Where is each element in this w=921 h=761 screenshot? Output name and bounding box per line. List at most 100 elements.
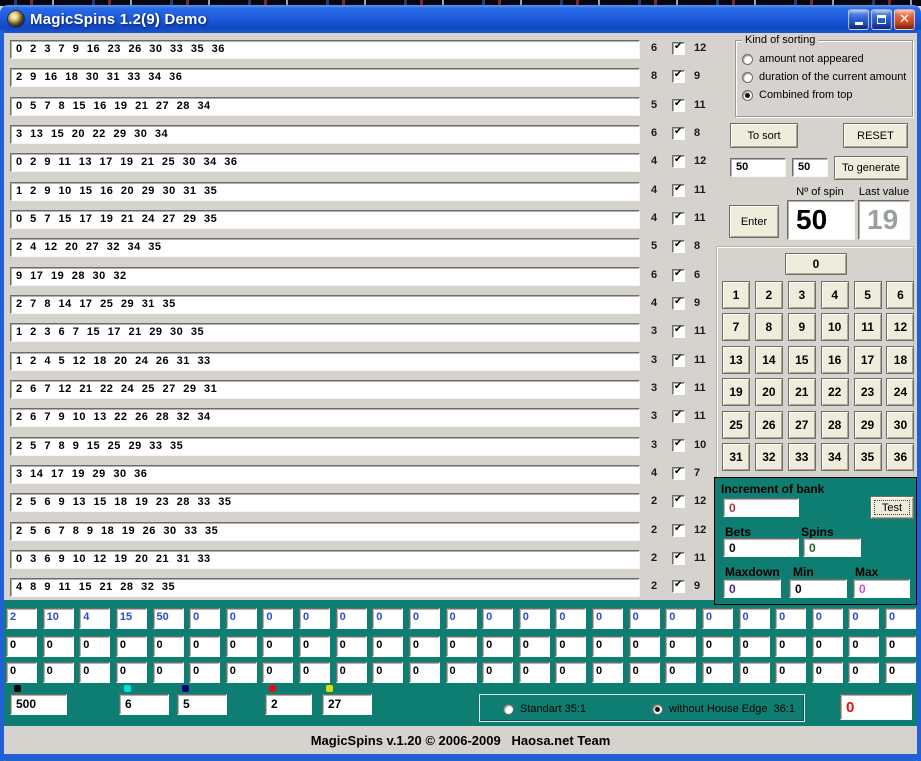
number-button[interactable]: 15 — [788, 346, 816, 374]
bets-field[interactable]: 0 — [723, 538, 799, 557]
spin-sequence-field[interactable]: 3 14 17 19 29 30 36 — [10, 465, 640, 484]
spin-sequence-field[interactable]: 2 9 16 18 30 31 33 34 36 — [10, 68, 640, 87]
row-checkbox[interactable]: ✔ — [672, 354, 685, 367]
increment-of-bank-field[interactable]: 0 — [723, 498, 799, 517]
bet-cell[interactable]: 0 — [43, 636, 74, 657]
bet-cell[interactable]: 0 — [116, 662, 147, 683]
number-button[interactable]: 2 — [755, 281, 783, 309]
bet-cell[interactable]: 4 — [79, 608, 110, 629]
enter-button[interactable]: Enter — [729, 205, 779, 238]
maxdown-field[interactable]: 0 — [723, 579, 781, 598]
row-checkbox[interactable]: ✔ — [672, 127, 685, 140]
bet-cell[interactable]: 0 — [665, 608, 696, 629]
bet-cell[interactable]: 0 — [519, 608, 550, 629]
bet-cell[interactable]: 0 — [409, 636, 440, 657]
bet-cell[interactable]: 0 — [6, 662, 37, 683]
row-checkbox[interactable]: ✔ — [672, 297, 685, 310]
reset-button[interactable]: RESET — [843, 123, 908, 148]
row-checkbox[interactable]: ✔ — [672, 580, 685, 593]
bet-cell[interactable]: 0 — [409, 608, 440, 629]
bet-cell[interactable]: 0 — [153, 636, 184, 657]
number-button[interactable]: 32 — [755, 443, 783, 471]
bet-cell[interactable]: 0 — [665, 662, 696, 683]
number-button[interactable]: 7 — [722, 313, 750, 341]
bet-cell[interactable]: 0 — [665, 636, 696, 657]
spin-sequence-field[interactable]: 2 5 7 8 9 15 25 29 33 35 — [10, 437, 640, 456]
row-checkbox[interactable]: ✔ — [672, 42, 685, 55]
n-of-spin-field[interactable]: 50 — [787, 200, 855, 240]
bet-cell[interactable]: 0 — [592, 662, 623, 683]
bet-cell[interactable]: 0 — [189, 636, 220, 657]
number-button[interactable]: 17 — [854, 346, 882, 374]
param-field-5[interactable]: 27 — [322, 694, 372, 715]
row-checkbox[interactable]: ✔ — [672, 495, 685, 508]
number-button[interactable]: 28 — [821, 411, 849, 439]
bet-cell[interactable]: 0 — [812, 636, 843, 657]
generate-range-input[interactable]: 50 — [792, 158, 828, 177]
bet-cell[interactable]: 0 — [555, 636, 586, 657]
number-button[interactable]: 13 — [722, 346, 750, 374]
bet-cell[interactable]: 10 — [43, 608, 74, 629]
minimize-button[interactable] — [848, 9, 869, 30]
spin-sequence-field[interactable]: 1 2 9 10 15 16 20 29 30 31 35 — [10, 182, 640, 201]
number-button[interactable]: 29 — [854, 411, 882, 439]
bet-cell[interactable]: 0 — [43, 662, 74, 683]
bet-cell[interactable]: 0 — [775, 636, 806, 657]
spin-sequence-field[interactable]: 0 3 6 9 10 12 19 20 21 31 33 — [10, 550, 640, 569]
row-checkbox[interactable]: ✔ — [672, 155, 685, 168]
number-button[interactable]: 25 — [722, 411, 750, 439]
bet-cell[interactable]: 0 — [629, 608, 660, 629]
number-button[interactable]: 8 — [755, 313, 783, 341]
number-button[interactable]: 33 — [788, 443, 816, 471]
spin-sequence-field[interactable]: 2 5 6 9 13 15 18 19 23 28 33 35 — [10, 493, 640, 512]
bet-cell[interactable]: 0 — [885, 608, 916, 629]
number-button[interactable]: 10 — [821, 313, 849, 341]
number-button[interactable]: 22 — [821, 378, 849, 406]
test-button[interactable]: Test — [870, 496, 914, 519]
bet-cell[interactable]: 0 — [262, 662, 293, 683]
bet-cell[interactable]: 0 — [409, 662, 440, 683]
bet-cell[interactable]: 0 — [775, 662, 806, 683]
bet-cell[interactable]: 0 — [226, 662, 257, 683]
bet-cell[interactable]: 0 — [848, 608, 879, 629]
row-checkbox[interactable]: ✔ — [672, 184, 685, 197]
row-checkbox[interactable]: ✔ — [672, 240, 685, 253]
bet-cell[interactable]: 0 — [848, 636, 879, 657]
row-checkbox[interactable]: ✔ — [672, 99, 685, 112]
bet-cell[interactable]: 50 — [153, 608, 184, 629]
spin-sequence-field[interactable]: 4 8 9 11 15 21 28 32 35 — [10, 578, 640, 597]
bet-cell[interactable]: 0 — [336, 662, 367, 683]
bet-cell[interactable]: 0 — [226, 636, 257, 657]
row-checkbox[interactable]: ✔ — [672, 269, 685, 282]
bet-cell[interactable]: 0 — [189, 608, 220, 629]
bet-cell[interactable]: 0 — [739, 662, 770, 683]
number-button[interactable]: 6 — [886, 281, 914, 309]
bet-cell[interactable]: 0 — [446, 608, 477, 629]
bet-cell[interactable]: 0 — [336, 608, 367, 629]
spin-sequence-field[interactable]: 1 2 3 6 7 15 17 21 29 30 35 — [10, 323, 640, 342]
payout-radio-option[interactable]: Standart 35:1 — [503, 702, 586, 716]
number-button[interactable]: 27 — [788, 411, 816, 439]
number-button[interactable]: 16 — [821, 346, 849, 374]
number-button[interactable]: 30 — [886, 411, 914, 439]
number-button[interactable]: 1 — [722, 281, 750, 309]
bet-cell[interactable]: 0 — [226, 608, 257, 629]
sorting-radio-option[interactable]: duration of the current amount — [742, 70, 906, 84]
number-button[interactable]: 14 — [755, 346, 783, 374]
generate-count-input[interactable]: 50 — [730, 158, 786, 177]
bet-cell[interactable]: 0 — [592, 608, 623, 629]
bet-cell[interactable]: 0 — [116, 636, 147, 657]
bet-cell[interactable]: 0 — [702, 608, 733, 629]
bank-start-field[interactable]: 500 — [10, 694, 67, 715]
bet-cell[interactable]: 0 — [885, 662, 916, 683]
number-button[interactable]: 36 — [886, 443, 914, 471]
number-button[interactable]: 5 — [854, 281, 882, 309]
bet-cell[interactable]: 0 — [299, 662, 330, 683]
number-button-0[interactable]: 0 — [785, 253, 847, 275]
bet-cell[interactable]: 0 — [372, 608, 403, 629]
number-button[interactable]: 4 — [821, 281, 849, 309]
bet-cell[interactable]: 0 — [702, 636, 733, 657]
row-checkbox[interactable]: ✔ — [672, 325, 685, 338]
number-button[interactable]: 21 — [788, 378, 816, 406]
bet-cell[interactable]: 0 — [299, 636, 330, 657]
